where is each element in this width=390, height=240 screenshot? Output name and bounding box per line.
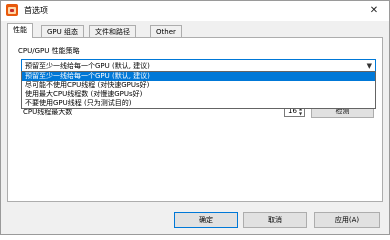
close-icon[interactable]: ✕ bbox=[363, 3, 385, 18]
policy-dropdown-list: 预留至少一线给每一个GPU (默认, 建议) 尽可能不使用CPU线程 (对快速G… bbox=[21, 71, 376, 109]
chevron-down-icon[interactable]: ▼ bbox=[297, 111, 304, 116]
cancel-button[interactable]: 取消 bbox=[243, 212, 307, 228]
window-title: 首选项 bbox=[24, 6, 48, 15]
title-bar: 首选项 ✕ bbox=[1, 1, 389, 21]
policy-option[interactable]: 预留至少一线给每一个GPU (默认, 建议) bbox=[22, 72, 375, 81]
policy-selected-value: 预留至少一线给每一个GPU (默认, 建议) bbox=[25, 62, 150, 70]
tab-files-paths[interactable]: 文件和路径 bbox=[89, 25, 136, 37]
policy-label: CPU/GPU 性能策略 bbox=[18, 47, 80, 55]
performance-panel: CPU/GPU 性能策略 预留至少一线给每一个GPU (默认, 建议) ▼ 预留… bbox=[7, 37, 383, 202]
preferences-window: 首选项 ✕ 性能 GPU 组态 文件和路径 Other CPU/GPU 性能策略… bbox=[0, 0, 390, 235]
apply-button[interactable]: 应用(A) bbox=[314, 212, 380, 228]
tab-performance[interactable]: 性能 bbox=[7, 23, 33, 38]
app-icon bbox=[6, 4, 18, 16]
chevron-down-icon[interactable]: ▼ bbox=[367, 61, 372, 71]
policy-option[interactable]: 不要使用GPU线程 (只为测试目的) bbox=[22, 99, 375, 108]
tab-gpu-config[interactable]: GPU 组态 bbox=[41, 25, 84, 37]
policy-option[interactable]: 尽可能不使用CPU线程 (对快速GPUs好) bbox=[22, 81, 375, 90]
ok-button[interactable]: 确定 bbox=[174, 212, 238, 228]
policy-option[interactable]: 使用最大CPU线程数 (对慢速GPUs好) bbox=[22, 90, 375, 99]
tab-other[interactable]: Other bbox=[150, 25, 182, 37]
